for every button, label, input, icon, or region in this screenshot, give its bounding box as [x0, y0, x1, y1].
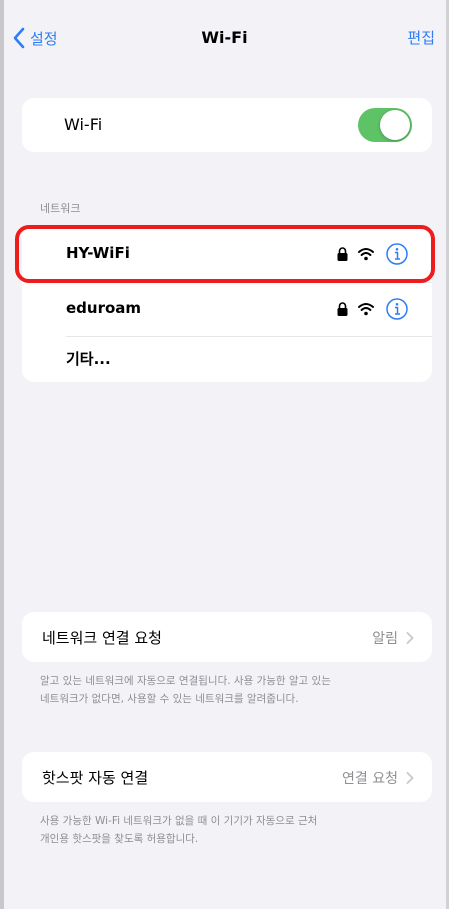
- description-line: 사용 가능한 Wi-Fi 네트워크가 없을 때 이 기기가 자동으로 근처: [40, 815, 318, 827]
- ask-to-join-value: 알림: [372, 628, 414, 648]
- page-title: Wi-Fi: [201, 28, 248, 47]
- network-row-other[interactable]: 기타...: [22, 337, 432, 382]
- network-name: eduroam: [66, 299, 142, 317]
- ask-to-join-value-text: 알림: [372, 631, 398, 647]
- highlight-box: [15, 225, 435, 283]
- auto-hotspot-value-text: 연결 요청: [342, 771, 398, 787]
- info-icon[interactable]: [386, 298, 408, 320]
- wifi-toggle-label: Wi-Fi: [64, 115, 103, 134]
- networks-section-header: 네트워크: [40, 202, 81, 215]
- chevron-right-icon: [406, 632, 414, 644]
- toggle-knob: [380, 110, 410, 140]
- description-line: 개인용 핫스팟을 찾도록 허용합니다.: [40, 833, 199, 845]
- network-row-eduroam[interactable]: eduroam: [22, 283, 432, 335]
- auto-hotspot-label: 핫스팟 자동 연결: [42, 769, 149, 787]
- lock-icon: [337, 302, 348, 316]
- wifi-toggle-card: Wi-Fi: [22, 98, 432, 152]
- ask-to-join-card[interactable]: 네트워크 연결 요청 알림: [22, 612, 432, 662]
- chevron-right-icon: [406, 772, 414, 784]
- ask-to-join-label: 네트워크 연결 요청: [42, 629, 162, 647]
- description-line: 네트워크가 없다면, 사용할 수 있는 네트워크를 알려줍니다.: [40, 693, 299, 705]
- ask-to-join-description: 알고 있는 네트워크에 자동으로 연결됩니다. 사용 가능한 알고 있는 네트워…: [40, 672, 410, 708]
- wifi-toggle-switch[interactable]: [358, 108, 412, 142]
- edit-button[interactable]: 편집: [407, 24, 435, 52]
- auto-hotspot-card[interactable]: 핫스팟 자동 연결 연결 요청: [22, 752, 432, 802]
- network-name: 기타...: [66, 350, 111, 368]
- wifi-signal-icon: [358, 303, 374, 316]
- description-line: 알고 있는 네트워크에 자동으로 연결됩니다. 사용 가능한 알고 있는: [40, 675, 331, 687]
- auto-hotspot-description: 사용 가능한 Wi-Fi 네트워크가 없을 때 이 기기가 자동으로 근처 개인…: [40, 812, 410, 848]
- screenshot-frame-left: [0, 0, 4, 909]
- auto-hotspot-value: 연결 요청: [342, 768, 414, 788]
